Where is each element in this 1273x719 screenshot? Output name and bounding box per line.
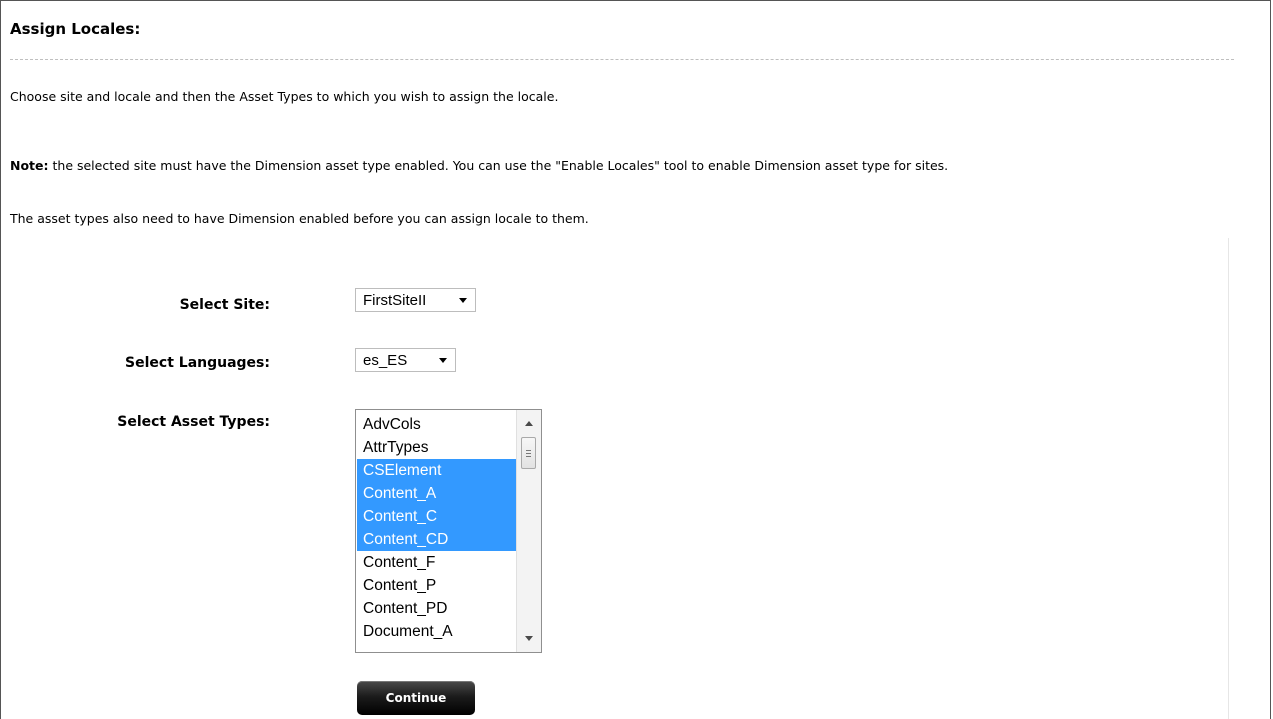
select-site-label: Select Site:: [179, 297, 270, 313]
asset-type-option[interactable]: AttrTypes: [357, 436, 516, 459]
page-title: Assign Locales:: [10, 20, 141, 38]
asset-types-options: AdvCols AttrTypes CSElement Content_A Conten…: [357, 413, 516, 643]
scroll-thumb[interactable]: [521, 437, 536, 469]
asset-type-option[interactable]: Content_F: [357, 551, 516, 574]
asset-type-option[interactable]: Content_A: [357, 482, 516, 505]
asset-type-option[interactable]: Content_C: [357, 505, 516, 528]
continue-button[interactable]: Continue: [357, 681, 475, 715]
select-asset-types-label: Select Asset Types:: [117, 414, 270, 430]
asset-type-option[interactable]: CSElement: [357, 459, 516, 482]
scroll-up-arrow-icon[interactable]: [525, 421, 533, 426]
note-body: the selected site must have the Dimensio…: [48, 158, 949, 173]
asset-types-note: The asset types also need to have Dimens…: [10, 211, 589, 226]
asset-type-option[interactable]: Content_PD: [357, 597, 516, 620]
site-select-value: FirstSiteII: [363, 291, 427, 309]
asset-type-option[interactable]: Document_A: [357, 620, 516, 643]
scroll-down-arrow-icon[interactable]: [525, 636, 533, 641]
note-label: Note:: [10, 158, 49, 173]
listbox-scrollbar[interactable]: [516, 410, 541, 652]
select-languages-label: Select Languages:: [125, 355, 270, 371]
asset-type-option[interactable]: Content_CD: [357, 528, 516, 551]
asset-type-option[interactable]: Content_P: [357, 574, 516, 597]
dotted-divider: [10, 59, 1234, 60]
languages-select[interactable]: es_ES: [355, 348, 456, 372]
site-select[interactable]: FirstSiteII: [355, 288, 476, 312]
asset-type-option[interactable]: AdvCols: [357, 413, 516, 436]
intro-text: Choose site and locale and then the Asse…: [10, 89, 559, 104]
chevron-down-icon: [459, 297, 467, 303]
asset-types-listbox[interactable]: AdvCols AttrTypes CSElement Content_A Conten…: [355, 409, 542, 653]
chevron-down-icon: [439, 357, 447, 363]
note-text: Note: the selected site must have the Di…: [10, 158, 948, 173]
languages-select-value: es_ES: [363, 351, 408, 369]
